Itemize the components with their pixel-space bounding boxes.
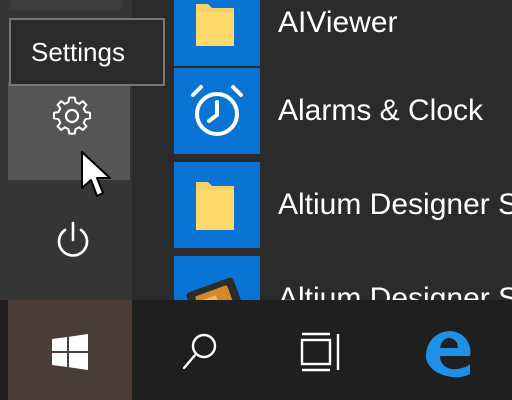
start-menu-screen: Settings AIViewer Alarms & Clock Altium … [0,0,512,400]
settings-tooltip: Settings [9,18,165,86]
power-icon [57,221,89,257]
power-button[interactable] [8,190,130,290]
app-label: Altium Designer S [278,188,512,221]
start-button[interactable] [8,300,132,400]
app-tile [174,68,260,154]
search-button[interactable] [150,300,246,400]
edge-button[interactable] [400,300,496,400]
taskbar [0,300,512,400]
mouse-cursor-icon [81,151,111,197]
task-view-button[interactable] [272,300,368,400]
app-list-item[interactable]: Alarms & Clock [150,64,512,158]
app-list: AIViewer Alarms & Clock Altium Designer … [150,0,512,342]
app-list-item[interactable]: Altium Designer S [150,158,512,252]
rail-item-partial[interactable] [10,0,122,10]
app-tile [174,162,260,248]
app-label: Alarms & Clock [278,94,484,127]
gear-icon [53,96,91,135]
edge-browser-icon [426,331,471,378]
search-icon [182,333,217,370]
app-label: AIViewer [278,6,398,39]
task-view-icon [300,332,340,372]
folder-icon [196,4,234,46]
windows-logo-icon [52,334,88,370]
app-list-item[interactable]: AIViewer [150,0,512,70]
alarm-clock-icon [191,85,243,136]
app-tile [174,0,260,66]
folder-icon [196,182,234,230]
